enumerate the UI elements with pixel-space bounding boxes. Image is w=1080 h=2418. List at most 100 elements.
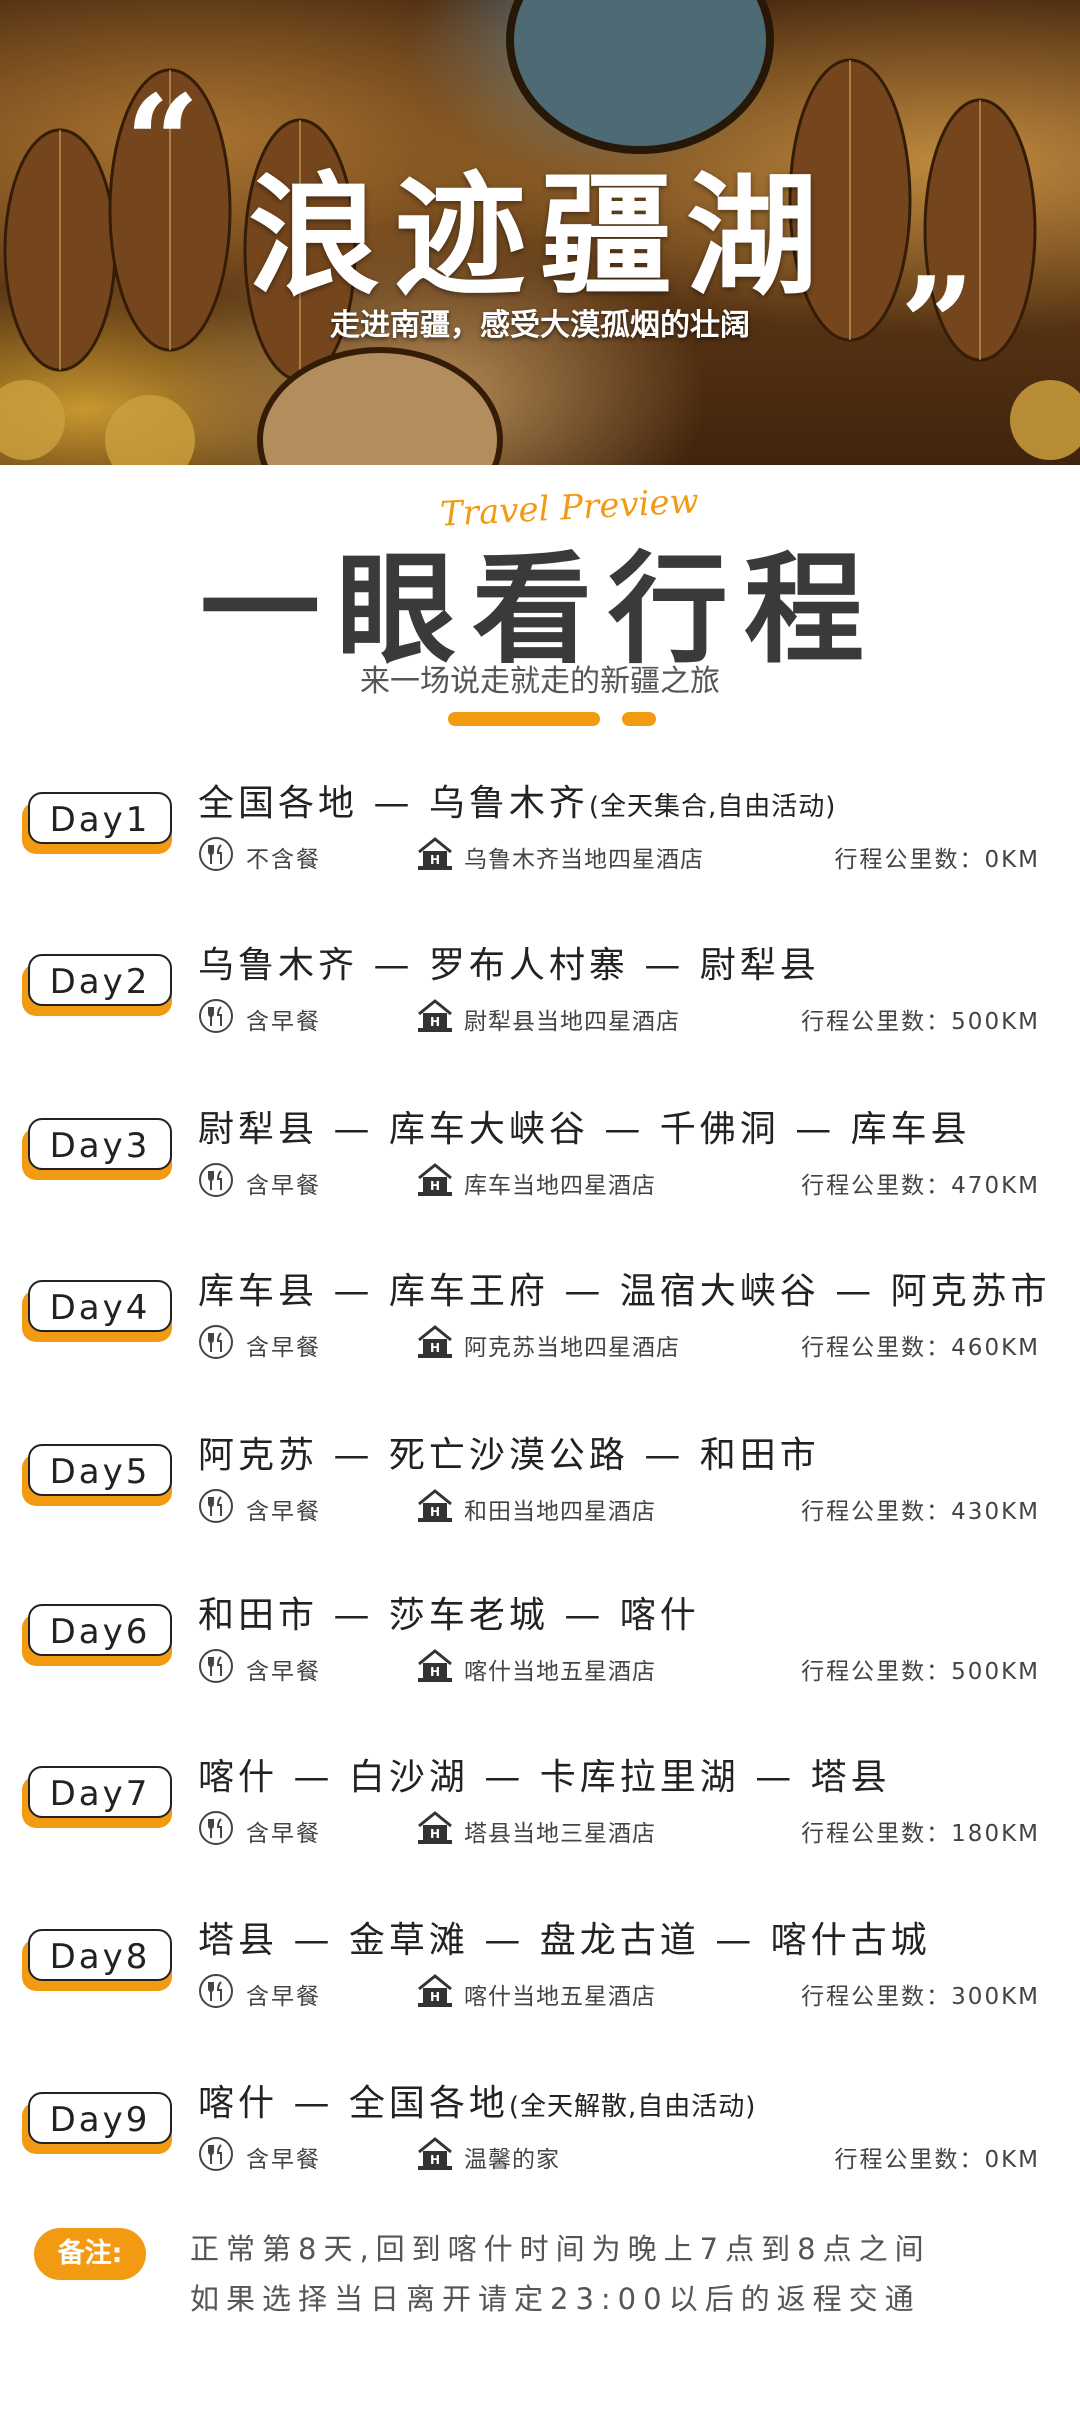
day-route-text: 库车县 — 库车王府 — 温宿大峡谷 — 阿克苏市 [198, 1271, 1051, 1312]
day-meal: 含早餐 [246, 1173, 321, 1199]
day-row: Day9 喀什 — 全国各地(全天解散,自由活动) 含早餐 H 温馨的家 行程公里数：0K… [0, 2080, 1080, 2220]
day-route-text: 尉犁县 — 库车大峡谷 — 千佛洞 — 库车县 [198, 1109, 971, 1150]
day-row: Day1 全国各地 — 乌鲁木齐(全天集合,自由活动) 不含餐 H 乌鲁木齐当地四星酒店… [0, 780, 1080, 920]
day-meal: 含早餐 [246, 1499, 321, 1525]
day-route-note: (全天集合,自由活动) [588, 792, 837, 822]
day-meal: 含早餐 [246, 2147, 321, 2173]
day-hotel: 阿克苏当地四星酒店 [464, 1335, 680, 1361]
svg-text:H: H [430, 1990, 440, 2004]
day-route-text: 乌鲁木齐 — 罗布人村寨 — 尉犁县 [198, 945, 820, 986]
day-badge: Day9 [28, 2092, 172, 2144]
hotel-icon: H [416, 1160, 454, 1198]
day-hotel: 喀什当地五星酒店 [464, 1984, 656, 2010]
day-badge: Day6 [28, 1604, 172, 1656]
day-route: 库车县 — 库车王府 — 温宿大峡谷 — 阿克苏市 [198, 1262, 1078, 1314]
day-badge: Day7 [28, 1766, 172, 1818]
day-row: Day4 库车县 — 库车王府 — 温宿大峡谷 — 阿克苏市含早餐 H 阿克苏当地四星… [0, 1268, 1080, 1408]
day-route: 乌鲁木齐 — 罗布人村寨 — 尉犁县 [198, 936, 1078, 988]
day-route-text: 阿克苏 — 死亡沙漠公路 — 和田市 [198, 1435, 820, 1476]
svg-text:H: H [430, 1827, 440, 1841]
hotel-icon: H [416, 1971, 454, 2009]
svg-text:H: H [430, 853, 440, 867]
day-row: Day8 塔县 — 金草滩 — 盘龙古道 — 喀什古城含早餐 H 喀什当地五星酒店 行程… [0, 1917, 1080, 2057]
svg-text:H: H [430, 2153, 440, 2167]
day-badge: Day5 [28, 1444, 172, 1496]
day-meal: 含早餐 [246, 1335, 321, 1361]
day-row: Day2 乌鲁木齐 — 罗布人村寨 — 尉犁县含早餐 H 尉犁县当地四星酒店 行程公里数… [0, 942, 1080, 1082]
hotel-icon: H [416, 996, 454, 1034]
day-meal: 含早餐 [246, 1009, 321, 1035]
day-route: 喀什 — 全国各地(全天解散,自由活动) [198, 2074, 1078, 2126]
hotel-icon: H [416, 1646, 454, 1684]
day-distance: 行程公里数：460KM [801, 1335, 1040, 1361]
day-route-text: 喀什 — 全国各地 [198, 2083, 509, 2124]
day-hotel: 塔县当地三星酒店 [464, 1821, 656, 1847]
remark-line-1: 正常第8天,回到喀什时间为晚上7点到8点之间 [190, 2232, 931, 2266]
day-distance: 行程公里数：300KM [801, 1984, 1040, 2010]
day-badge: Day8 [28, 1929, 172, 1981]
svg-text:H: H [430, 1015, 440, 1029]
accent-bar-long [448, 712, 600, 726]
hotel-icon: H [416, 1322, 454, 1360]
day-distance: 行程公里数：0KM [834, 847, 1040, 873]
day-row: Day3 尉犁县 — 库车大峡谷 — 千佛洞 — 库车县含早餐 H 库车当地四星酒店 行… [0, 1106, 1080, 1246]
day-distance: 行程公里数：180KM [801, 1821, 1040, 1847]
fork-knife-icon [198, 1973, 234, 2009]
hotel-icon: H [416, 834, 454, 872]
day-route-text: 塔县 — 金草滩 — 盘龙古道 — 喀什古城 [198, 1920, 931, 1961]
accent-bar-short [622, 712, 656, 726]
day-meal: 含早餐 [246, 1821, 321, 1847]
day-route: 塔县 — 金草滩 — 盘龙古道 — 喀什古城 [198, 1911, 1078, 1963]
fork-knife-icon [198, 1324, 234, 1360]
day-meal: 不含餐 [246, 847, 321, 873]
hotel-icon: H [416, 1808, 454, 1846]
quote-close-icon: ” [900, 248, 975, 401]
day-hotel: 温馨的家 [464, 2147, 560, 2173]
fork-knife-icon [198, 1648, 234, 1684]
day-route: 喀什 — 白沙湖 — 卡库拉里湖 — 塔县 [198, 1748, 1078, 1800]
day-route-text: 喀什 — 白沙湖 — 卡库拉里湖 — 塔县 [198, 1757, 891, 1798]
day-route: 阿克苏 — 死亡沙漠公路 — 和田市 [198, 1426, 1078, 1478]
hotel-icon: H [416, 2134, 454, 2172]
remark-label: 备注: [34, 2228, 146, 2280]
remark-line-2: 如果选择当日离开请定23:00以后的返程交通 [190, 2282, 921, 2316]
day-route-text: 和田市 — 莎车老城 — 喀什 [198, 1595, 700, 1636]
svg-text:H: H [430, 1505, 440, 1519]
day-badge: Day3 [28, 1118, 172, 1170]
day-meal: 含早餐 [246, 1659, 321, 1685]
day-row: Day5 阿克苏 — 死亡沙漠公路 — 和田市含早餐 H 和田当地四星酒店 行程公里数：… [0, 1432, 1080, 1572]
svg-text:H: H [430, 1179, 440, 1193]
day-distance: 行程公里数：470KM [801, 1173, 1040, 1199]
fork-knife-icon [198, 1810, 234, 1846]
day-hotel: 尉犁县当地四星酒店 [464, 1009, 680, 1035]
day-distance: 行程公里数：0KM [834, 2147, 1040, 2173]
day-badge: Day4 [28, 1280, 172, 1332]
fork-knife-icon [198, 836, 234, 872]
day-row: Day7 喀什 — 白沙湖 — 卡库拉里湖 — 塔县含早餐 H 塔县当地三星酒店 行程公… [0, 1754, 1080, 1894]
day-route: 全国各地 — 乌鲁木齐(全天集合,自由活动) [198, 774, 1078, 826]
day-hotel: 和田当地四星酒店 [464, 1499, 656, 1525]
day-badge: Day2 [28, 954, 172, 1006]
day-hotel: 喀什当地五星酒店 [464, 1659, 656, 1685]
fork-knife-icon [198, 1488, 234, 1524]
day-badge: Day1 [28, 792, 172, 844]
day-row: Day6 和田市 — 莎车老城 — 喀什含早餐 H 喀什当地五星酒店 行程公里数：500… [0, 1592, 1080, 1732]
day-hotel: 库车当地四星酒店 [464, 1173, 656, 1199]
day-hotel: 乌鲁木齐当地四星酒店 [464, 847, 704, 873]
section-subtitle: 来一场说走就走的新疆之旅 [360, 664, 720, 699]
day-distance: 行程公里数：500KM [801, 1009, 1040, 1035]
day-distance: 行程公里数：500KM [801, 1659, 1040, 1685]
fork-knife-icon [198, 2136, 234, 2172]
fork-knife-icon [198, 998, 234, 1034]
day-route-note: (全天解散,自由活动) [508, 2092, 757, 2122]
hotel-icon: H [416, 1486, 454, 1524]
svg-text:H: H [430, 1341, 440, 1355]
hero-banner: “ 浪迹疆湖 走进南疆，感受大漠孤烟的壮阔 ” [0, 0, 1080, 465]
day-distance: 行程公里数：430KM [801, 1499, 1040, 1525]
day-route: 尉犁县 — 库车大峡谷 — 千佛洞 — 库车县 [198, 1100, 1078, 1152]
fork-knife-icon [198, 1162, 234, 1198]
day-route-text: 全国各地 — 乌鲁木齐 [198, 783, 589, 824]
svg-text:H: H [430, 1665, 440, 1679]
day-route: 和田市 — 莎车老城 — 喀什 [198, 1586, 1078, 1638]
day-meal: 含早餐 [246, 1984, 321, 2010]
